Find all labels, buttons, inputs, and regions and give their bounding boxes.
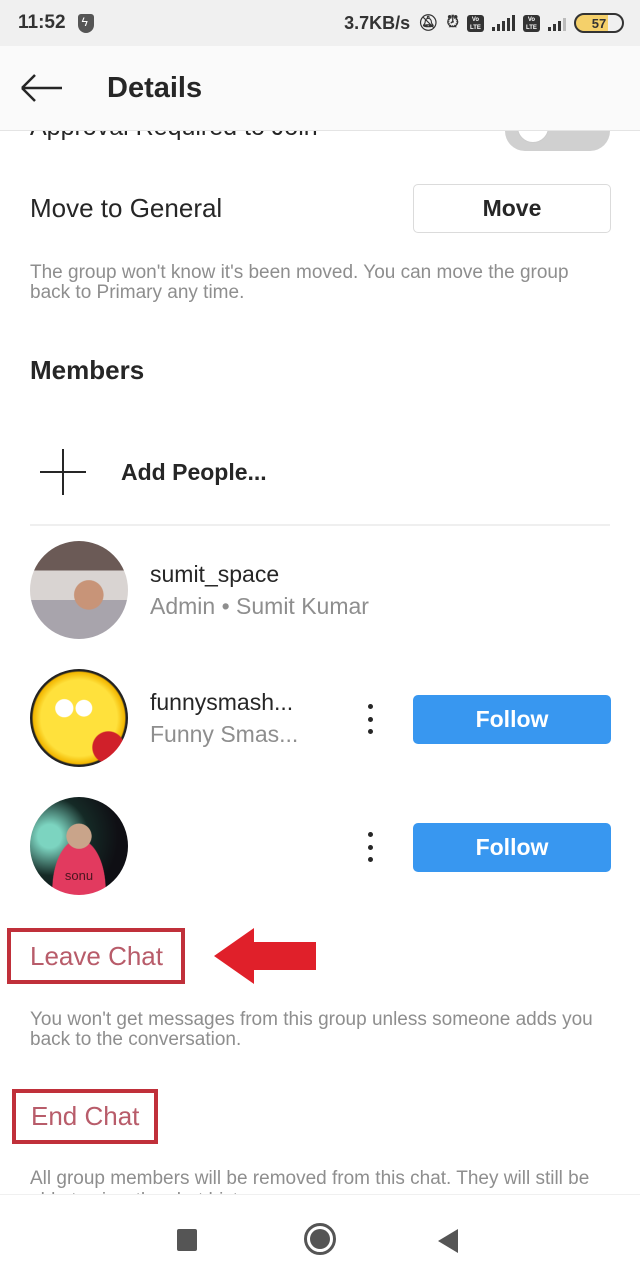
- back-triangle-icon[interactable]: [438, 1229, 458, 1253]
- avatar[interactable]: sonu: [30, 797, 128, 895]
- move-description: The group won't know it's been moved. Yo…: [30, 262, 569, 303]
- volte-icon: Vo LTE: [467, 14, 484, 32]
- avatar-text: sonu: [64, 868, 94, 883]
- leave-chat-button[interactable]: Leave Chat: [7, 928, 185, 984]
- member-row[interactable]: funnysmash... Funny Smas... Follow: [30, 668, 611, 768]
- avatar[interactable]: [30, 541, 128, 639]
- security-shield-icon: [77, 13, 94, 33]
- recent-apps-icon[interactable]: [177, 1229, 197, 1251]
- add-people-button[interactable]: Add People...: [30, 442, 610, 502]
- avatar[interactable]: [30, 669, 128, 767]
- annotation-arrow-left-icon: [214, 928, 316, 984]
- divider: [30, 524, 610, 526]
- follow-button[interactable]: Follow: [413, 695, 611, 744]
- status-bar: 11:52 3.7KB/s 🔕︎ ⏰︎ Vo LTE Vo LTE 57: [0, 0, 640, 46]
- page-title: Details: [107, 71, 203, 104]
- signal-strength-icon-2: [548, 15, 566, 31]
- approval-required-label: Approval Required to Join: [30, 131, 318, 142]
- plus-icon: [40, 449, 86, 495]
- member-subtitle: Admin • Sumit Kumar: [150, 593, 369, 619]
- arrow-left-icon: [21, 74, 62, 102]
- details-content[interactable]: Approval Required to Join Move to Genera…: [0, 131, 640, 1194]
- members-section-title: Members: [30, 355, 145, 385]
- alarm-icon: ⏰︎: [446, 14, 459, 31]
- network-speed: 3.7KB/s: [344, 12, 411, 33]
- member-row[interactable]: sumit_space Admin • Sumit Kumar: [30, 540, 610, 640]
- member-username: sumit_space: [150, 561, 280, 587]
- leave-chat-description: You won't get messages from this group u…: [30, 1009, 593, 1050]
- move-button[interactable]: Move: [413, 184, 611, 233]
- end-chat-button[interactable]: End Chat: [12, 1089, 158, 1144]
- system-nav-bar: [0, 1194, 640, 1280]
- follow-button[interactable]: Follow: [413, 823, 611, 872]
- approval-required-toggle[interactable]: [505, 131, 610, 151]
- member-username: funnysmash...: [150, 689, 294, 715]
- more-options-icon[interactable]: [360, 704, 380, 734]
- end-chat-label: End Chat: [31, 1101, 140, 1131]
- home-icon[interactable]: [304, 1223, 336, 1255]
- more-options-icon[interactable]: [360, 832, 380, 862]
- move-to-general-label: Move to General: [30, 193, 223, 223]
- member-subtitle: Funny Smas...: [150, 721, 299, 747]
- status-time: 11:52: [18, 12, 66, 33]
- member-row[interactable]: sonu Follow: [30, 796, 611, 896]
- end-chat-description: All group members will be removed from t…: [30, 1168, 590, 1194]
- volte-icon-2: Vo LTE: [523, 14, 540, 32]
- add-people-label: Add People...: [121, 458, 267, 485]
- leave-chat-label: Leave Chat: [30, 940, 163, 971]
- mute-bell-icon: 🔕︎: [418, 15, 439, 32]
- battery-icon: 57: [574, 13, 624, 33]
- app-header: Details: [0, 46, 640, 131]
- signal-strength-icon: [492, 15, 515, 31]
- status-icons: 3.7KB/s 🔕︎ ⏰︎ Vo LTE Vo LTE 57: [344, 13, 624, 34]
- back-button[interactable]: [20, 73, 64, 103]
